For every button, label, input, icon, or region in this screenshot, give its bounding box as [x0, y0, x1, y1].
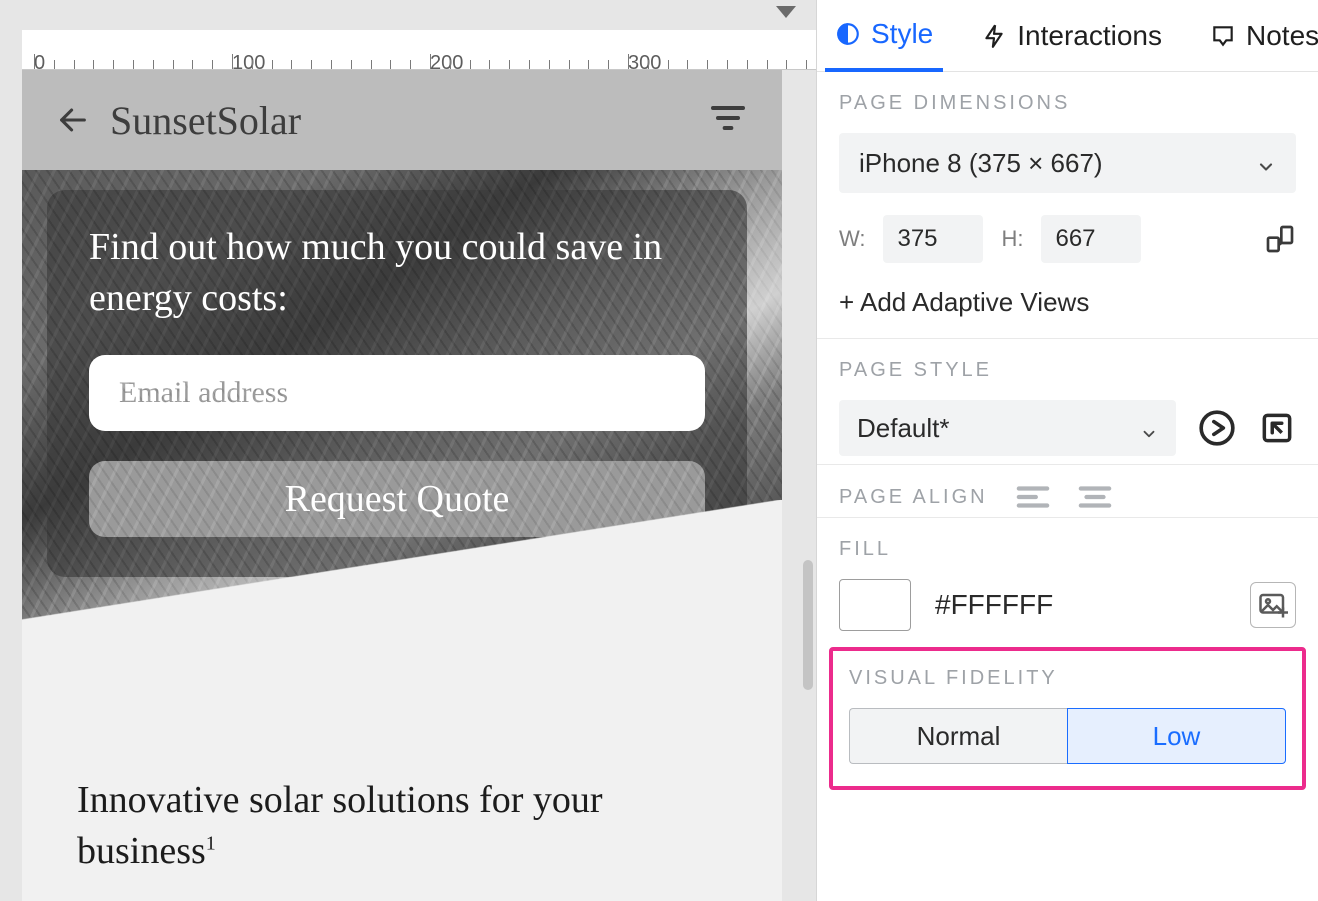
page-style-title: PAGE STYLE: [839, 359, 1296, 382]
interactions-icon: [981, 23, 1007, 49]
canvas-menu-chevron-icon[interactable]: [776, 6, 796, 18]
notes-icon: [1210, 23, 1236, 49]
chevron-down-icon: [1256, 153, 1276, 173]
fill-hex[interactable]: #FFFFFF: [935, 589, 1053, 621]
dimensions-preset-value: iPhone 8 (375 × 667): [859, 148, 1103, 179]
manage-styles-icon[interactable]: [1258, 409, 1296, 447]
page-align-title: PAGE ALIGN: [839, 486, 988, 509]
section-visual-fidelity: VISUAL FIDELITY Normal Low: [829, 647, 1306, 790]
body-section: Innovative solar solutions for your busi…: [22, 620, 782, 901]
filter-icon[interactable]: [708, 98, 748, 143]
dimensions-wh-row: W: 375 H: 667: [839, 215, 1296, 263]
dimensions-preset-select[interactable]: iPhone 8 (375 × 667): [839, 133, 1296, 193]
tab-notes[interactable]: Notes: [1200, 0, 1318, 71]
mock-header: SunsetSolar: [22, 70, 782, 170]
height-input[interactable]: 667: [1041, 215, 1141, 263]
email-input[interactable]: [89, 355, 705, 431]
align-center-icon[interactable]: [1078, 485, 1112, 509]
fill-title: FILL: [839, 538, 1296, 561]
back-arrow-icon[interactable]: [56, 103, 90, 137]
body-copy: Innovative solar solutions for your busi…: [77, 775, 627, 878]
inspector-tabs: Style Interactions Notes: [817, 0, 1318, 72]
fill-swatch[interactable]: [839, 579, 911, 631]
overlay-headline: Find out how much you could save in ener…: [89, 222, 705, 325]
add-adaptive-views-button[interactable]: + Add Adaptive Views: [839, 287, 1296, 330]
inspector-panel: Style Interactions Notes PAGE DIMENSIONS…: [816, 0, 1318, 901]
section-page-dimensions: PAGE DIMENSIONS iPhone 8 (375 × 667) W: …: [817, 72, 1318, 338]
tab-interactions[interactable]: Interactions: [971, 0, 1172, 71]
link-dimensions-icon[interactable]: [1264, 223, 1296, 255]
tab-interactions-label: Interactions: [1017, 20, 1162, 52]
section-page-style: PAGE STYLE Default*: [817, 338, 1318, 464]
style-icon: [835, 21, 861, 47]
height-label: H:: [1001, 226, 1023, 252]
horizontal-ruler[interactable]: 0100200300: [22, 30, 816, 70]
canvas-scrollbar[interactable]: [803, 560, 813, 690]
page-style-select[interactable]: Default*: [839, 400, 1176, 456]
canvas-topbar: [0, 0, 816, 30]
page-style-value: Default*: [857, 413, 950, 444]
chevron-down-icon: [1140, 419, 1158, 437]
mock-title: SunsetSolar: [110, 97, 301, 144]
page-dimensions-title: PAGE DIMENSIONS: [839, 92, 1296, 115]
fidelity-low-button[interactable]: Low: [1067, 708, 1286, 764]
canvas-area: 0100200300 SunsetSolar Find out how much…: [0, 0, 816, 901]
align-left-icon[interactable]: [1016, 485, 1050, 509]
width-label: W:: [839, 226, 865, 252]
section-page-align: PAGE ALIGN: [817, 464, 1318, 517]
body-copy-sup: 1: [206, 833, 216, 855]
artboard[interactable]: SunsetSolar Find out how much you could …: [22, 70, 782, 901]
section-fill: FILL #FFFFFF: [817, 517, 1318, 639]
tab-style[interactable]: Style: [825, 1, 943, 72]
fill-image-icon[interactable]: [1250, 582, 1296, 628]
apply-style-icon[interactable]: [1198, 409, 1236, 447]
tab-style-label: Style: [871, 18, 933, 50]
visual-fidelity-toggle: Normal Low: [849, 708, 1286, 764]
visual-fidelity-title: VISUAL FIDELITY: [849, 667, 1286, 690]
fidelity-normal-button[interactable]: Normal: [849, 708, 1067, 764]
tab-notes-label: Notes: [1246, 20, 1318, 52]
body-copy-text: Innovative solar solutions for your busi…: [77, 779, 603, 872]
width-input[interactable]: 375: [883, 215, 983, 263]
